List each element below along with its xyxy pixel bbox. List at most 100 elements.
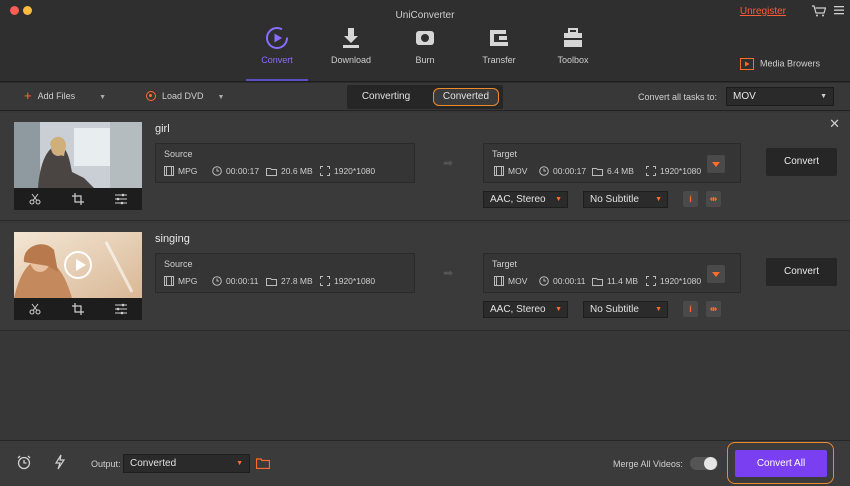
nav-download-label: Download <box>330 55 372 65</box>
open-folder-icon[interactable] <box>256 457 270 469</box>
audio-value: AAC, Stereo <box>490 194 546 205</box>
convert-button[interactable]: Convert <box>766 148 837 176</box>
app-title: UniConverter <box>395 10 455 21</box>
add-files-label: Add Files <box>37 91 76 101</box>
transfer-icon <box>490 30 508 46</box>
unregister-link[interactable]: Unregister <box>740 6 786 17</box>
load-dvd-dropdown-icon[interactable]: ▼ <box>218 94 225 101</box>
audio-select[interactable]: AAC, Stereo ▼ <box>483 301 568 318</box>
alarm-clock-icon[interactable] <box>16 454 32 470</box>
add-files-button[interactable]: + Add Files ▼ <box>24 89 106 102</box>
main-nav: Convert Download Burn Transfer Toolbox <box>0 26 850 82</box>
arrow-right-icon: ➡ <box>443 156 454 170</box>
add-files-dropdown-icon[interactable]: ▼ <box>99 94 106 101</box>
load-dvd-button[interactable]: Load DVD ▼ <box>146 91 224 101</box>
download-icon <box>343 28 359 48</box>
source-format: MPG <box>164 276 197 286</box>
footer-bar: Output: Converted ▼ Merge All Videos: Con… <box>0 440 850 486</box>
media-browser-label: Media Browers <box>759 58 820 69</box>
convert-all-highlight: Convert All <box>727 442 834 484</box>
info-button[interactable]: i <box>683 301 698 317</box>
nav-convert[interactable]: Convert <box>242 26 312 65</box>
target-duration: 00:00:11 <box>539 276 585 286</box>
target-size: 6.4 MB <box>592 166 634 176</box>
target-duration: 00:00:17 <box>539 166 586 176</box>
convert-all-tasks-label: Convert all tasks to: <box>638 92 718 102</box>
burn-icon <box>416 31 434 45</box>
film-icon <box>494 166 504 176</box>
folder-icon <box>266 168 277 176</box>
resolution-icon <box>320 276 330 286</box>
clock-icon <box>212 166 222 176</box>
crop-icon[interactable] <box>71 303 84 315</box>
source-size: 27.8 MB <box>266 276 313 286</box>
chevron-down-icon: ▼ <box>655 196 662 203</box>
target-format-dropdown[interactable] <box>707 155 725 173</box>
nav-transfer[interactable]: Transfer <box>464 26 534 65</box>
target-title: Target <box>492 149 518 159</box>
source-duration: 00:00:11 <box>212 276 258 286</box>
thumbnail-tools <box>14 188 142 210</box>
nav-convert-label: Convert <box>261 55 293 65</box>
audio-value: AAC, Stereo <box>490 304 546 315</box>
film-icon <box>164 166 174 176</box>
convert-button[interactable]: Convert <box>766 258 837 286</box>
menu-icon[interactable] <box>834 5 844 15</box>
view-tabs: Converting Converted <box>347 85 503 109</box>
output-folder-select[interactable]: Converted ▼ <box>123 454 250 473</box>
thumbnail-image <box>14 122 142 188</box>
load-dvd-label: Load DVD <box>162 91 204 101</box>
subtitle-select[interactable]: No Subtitle ▼ <box>583 191 668 208</box>
scissors-icon[interactable] <box>29 193 41 205</box>
merge-all-videos-toggle[interactable] <box>690 457 718 470</box>
remove-file-icon[interactable]: ✕ <box>829 116 840 132</box>
source-info: Source MPG 00:00:17 20.6 MB 1920*1080 <box>155 143 415 183</box>
info-icon: i <box>689 304 692 314</box>
tab-converting[interactable]: Converting <box>347 85 425 109</box>
scissors-icon[interactable] <box>29 303 41 315</box>
lightning-icon[interactable] <box>52 454 68 470</box>
nav-toolbox-label: Toolbox <box>557 55 589 65</box>
cart-icon[interactable] <box>812 5 826 17</box>
source-duration: 00:00:17 <box>212 166 259 176</box>
convert-all-format-select[interactable]: MOV ▼ <box>726 87 834 106</box>
nav-download[interactable]: Download <box>316 26 386 65</box>
clock-icon <box>539 166 549 176</box>
output-folder-value: Converted <box>130 458 177 469</box>
audio-select[interactable]: AAC, Stereo ▼ <box>483 191 568 208</box>
dvd-icon <box>146 91 156 101</box>
nav-transfer-label: Transfer <box>482 55 516 65</box>
arrow-right-icon: ➡ <box>443 266 454 280</box>
video-thumbnail[interactable] <box>14 122 142 210</box>
source-title: Source <box>164 259 193 269</box>
video-thumbnail[interactable] <box>14 232 142 320</box>
nav-burn[interactable]: Burn <box>390 26 460 65</box>
split-button[interactable]: ⇹ <box>706 301 721 317</box>
file-name: girl <box>155 123 170 135</box>
target-title: Target <box>492 259 518 269</box>
info-button[interactable]: i <box>683 191 698 207</box>
split-button[interactable]: ⇹ <box>706 191 721 207</box>
chevron-down-icon: ▼ <box>236 460 243 467</box>
effects-icon[interactable] <box>114 303 127 315</box>
media-browser-button[interactable]: Media Browers <box>739 58 820 70</box>
file-list: girl Source MPG 00:00:17 20.6 MB 1920*10… <box>0 111 850 440</box>
subtitle-value: No Subtitle <box>590 194 639 205</box>
target-format: MOV <box>494 166 527 176</box>
folder-icon <box>592 278 603 286</box>
source-size: 20.6 MB <box>266 166 313 176</box>
target-format-dropdown[interactable] <box>707 265 725 283</box>
info-icon: i <box>689 194 692 204</box>
subtitle-select[interactable]: No Subtitle ▼ <box>583 301 668 318</box>
toolbox-icon <box>564 28 582 47</box>
tab-converted[interactable]: Converted <box>433 88 499 106</box>
folder-icon <box>266 278 277 286</box>
effects-icon[interactable] <box>114 193 127 205</box>
convert-all-button[interactable]: Convert All <box>735 450 827 477</box>
nav-toolbox[interactable]: Toolbox <box>538 26 608 65</box>
crop-icon[interactable] <box>71 193 84 205</box>
split-icon: ⇹ <box>709 194 718 204</box>
film-icon <box>164 276 174 286</box>
target-resolution: 1920*1080 <box>646 276 701 286</box>
play-button[interactable] <box>64 251 92 279</box>
